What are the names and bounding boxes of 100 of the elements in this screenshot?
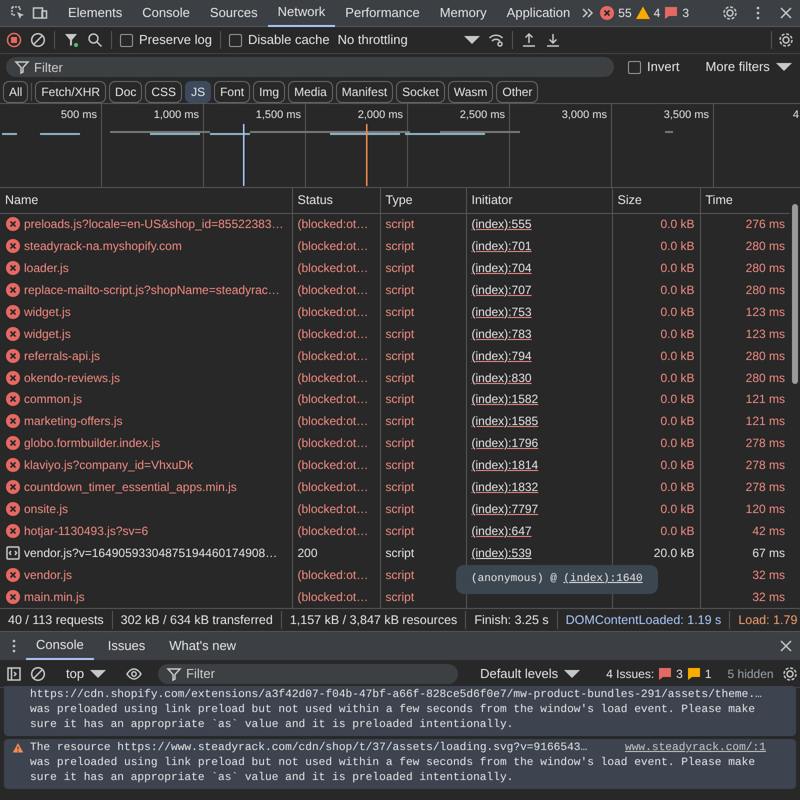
- type-filter-chip[interactable]: Wasm: [448, 80, 494, 102]
- table-cell: 0.0 kB: [612, 322, 700, 345]
- timeline-tick-label: 4: [792, 108, 799, 123]
- column-header[interactable]: Name: [0, 188, 292, 213]
- wifi-settings-icon[interactable]: [488, 32, 504, 48]
- type-filter-chip[interactable]: Media: [288, 80, 333, 102]
- settings-icon[interactable]: [778, 32, 794, 48]
- devtools-tab[interactable]: Console: [132, 0, 200, 26]
- clear-icon[interactable]: [30, 32, 46, 48]
- settings-icon[interactable]: [782, 666, 798, 682]
- eye-icon[interactable]: [126, 666, 142, 682]
- initiator-link[interactable]: (index):1814: [472, 458, 538, 472]
- initiator-link[interactable]: (index):555: [472, 217, 532, 232]
- request-name[interactable]: main.min.js: [24, 586, 85, 607]
- log-levels-dropdown[interactable]: Default levels: [470, 662, 590, 684]
- filter-field[interactable]: Filter: [6, 57, 614, 77]
- table-cell: 0.0 kB: [612, 410, 700, 432]
- column-header[interactable]: Status: [292, 188, 380, 213]
- tooltip-link[interactable]: (index):1640: [563, 573, 643, 585]
- invert-checkbox[interactable]: Invert: [628, 57, 680, 77]
- type-filter-chip[interactable]: Socket: [396, 80, 445, 102]
- record-stop-icon[interactable]: [6, 32, 22, 48]
- initiator-link[interactable]: (index):707: [472, 282, 532, 297]
- error-icon: [5, 588, 21, 605]
- issue-error-icon[interactable]: [657, 666, 674, 682]
- type-filter-chip[interactable]: JS: [185, 80, 212, 102]
- resource-link[interactable]: https://www.steadyrack.com/cdn/shop/t/37/assets/loading.svg?v=9166543…: [117, 742, 588, 754]
- disable-cache-checkbox[interactable]: Disable cache: [228, 30, 330, 50]
- request-name[interactable]: onsite.js: [24, 499, 68, 520]
- error-icon: [5, 304, 21, 320]
- request-name[interactable]: klaviyo.js?company_id=VhxuDk: [24, 455, 194, 476]
- request-name[interactable]: countdown_timer_essential_apps.min.js: [24, 477, 237, 498]
- initiator-link[interactable]: (index):7797: [472, 502, 538, 516]
- request-name[interactable]: hotjar-1130493.js?sv=6: [24, 521, 148, 542]
- initiator-link[interactable]: (index):647: [472, 524, 532, 538]
- request-name[interactable]: widget.js: [24, 302, 71, 322]
- request-name[interactable]: replace-mailto-script.js?shopName=steadyrac…: [24, 280, 280, 300]
- devtools-tab[interactable]: Sources: [200, 0, 268, 26]
- devtools-tab[interactable]: Elements: [58, 0, 132, 26]
- preserve-log-checkbox[interactable]: Preserve log: [120, 30, 212, 50]
- initiator-link[interactable]: (index):1582: [472, 392, 538, 406]
- request-name[interactable]: globo.formbuilder.index.js: [24, 433, 160, 454]
- column-header[interactable]: Size: [612, 188, 700, 213]
- table-cell: 32 ms: [700, 586, 790, 608]
- close-icon[interactable]: [778, 638, 794, 654]
- column-header[interactable]: Type: [380, 188, 466, 213]
- initiator-link[interactable]: (index):830: [472, 370, 532, 385]
- request-name[interactable]: referrals-api.js: [24, 346, 100, 366]
- type-filter-chip[interactable]: Other: [496, 80, 538, 102]
- clear-icon[interactable]: [30, 666, 46, 682]
- initiator-link[interactable]: (index):794: [472, 348, 532, 363]
- initiator-link[interactable]: (index):704: [472, 260, 532, 275]
- search-icon[interactable]: [87, 32, 103, 48]
- request-name[interactable]: marketing-offers.js: [24, 411, 122, 432]
- request-name[interactable]: vendor.js?v=16490593304875194460174908…: [24, 543, 278, 564]
- inspect-icon[interactable]: [10, 5, 26, 21]
- drawer-tab[interactable]: Issues: [98, 632, 156, 660]
- drawer-tab[interactable]: Console: [26, 632, 94, 660]
- request-name[interactable]: steadyrack-na.myshopify.com: [24, 236, 182, 256]
- initiator-link[interactable]: (index):1832: [472, 480, 538, 494]
- devtools-tab[interactable]: Performance: [335, 0, 430, 26]
- filter-icon[interactable]: [63, 32, 79, 48]
- type-filter-chip[interactable]: Fetch/XHR: [35, 80, 106, 102]
- error-icon: [5, 370, 21, 386]
- type-filter-chip[interactable]: Font: [214, 80, 250, 102]
- initiator-link[interactable]: (index):701: [472, 238, 532, 253]
- console-filter-field[interactable]: Filter: [158, 664, 458, 684]
- initiator-link[interactable]: (index):1585: [472, 414, 538, 428]
- settings-icon[interactable]: [722, 5, 738, 21]
- context-dropdown[interactable]: top: [62, 662, 110, 684]
- devtools-tab[interactable]: Application: [496, 0, 580, 26]
- type-filter-chip[interactable]: Img: [253, 80, 286, 102]
- download-icon[interactable]: [544, 32, 561, 48]
- request-name[interactable]: preloads.js?locale=en-US&shop_id=85522383…: [24, 214, 284, 234]
- request-name[interactable]: widget.js: [24, 324, 71, 344]
- type-filter-chip[interactable]: All: [3, 80, 28, 102]
- upload-icon[interactable]: [520, 32, 537, 48]
- drawer-tab[interactable]: What's new: [159, 632, 246, 660]
- initiator-link[interactable]: (index):783: [472, 326, 532, 341]
- request-name[interactable]: common.js: [24, 389, 82, 410]
- column-header[interactable]: Initiator: [466, 188, 612, 213]
- more-filters-dropdown[interactable]: More filters: [696, 56, 800, 78]
- type-filter-chip[interactable]: Manifest: [336, 80, 394, 102]
- device-toolbar-icon[interactable]: [32, 5, 48, 21]
- timeline-tick-label: 1,500 ms: [256, 108, 301, 123]
- resource-link[interactable]: https://cdn.shopify.com/extensions/a3f42d07-f04b-47bf-a66f-828ce5d6f0e7/mw-product-bundles-291/assets/theme.…: [30, 689, 762, 701]
- initiator-link[interactable]: (index):539: [472, 546, 532, 560]
- request-name[interactable]: vendor.js: [24, 564, 72, 585]
- source-link[interactable]: www.steadyrack.com/:1: [625, 741, 766, 756]
- initiator-link[interactable]: (index):1796: [472, 436, 538, 450]
- request-name[interactable]: loader.js: [24, 258, 69, 278]
- type-filter-chip[interactable]: Doc: [109, 80, 142, 102]
- devtools-tab[interactable]: Memory: [430, 0, 497, 26]
- throttling-dropdown[interactable]: No throttling: [338, 30, 456, 50]
- sidebar-toggle-icon[interactable]: [6, 666, 22, 682]
- initiator-link[interactable]: (index):753: [472, 304, 532, 319]
- request-name[interactable]: okendo-reviews.js: [24, 368, 120, 388]
- type-filter-chip[interactable]: CSS: [145, 80, 182, 102]
- close-icon[interactable]: [778, 5, 794, 21]
- issue-warning-icon[interactable]: [686, 666, 702, 682]
